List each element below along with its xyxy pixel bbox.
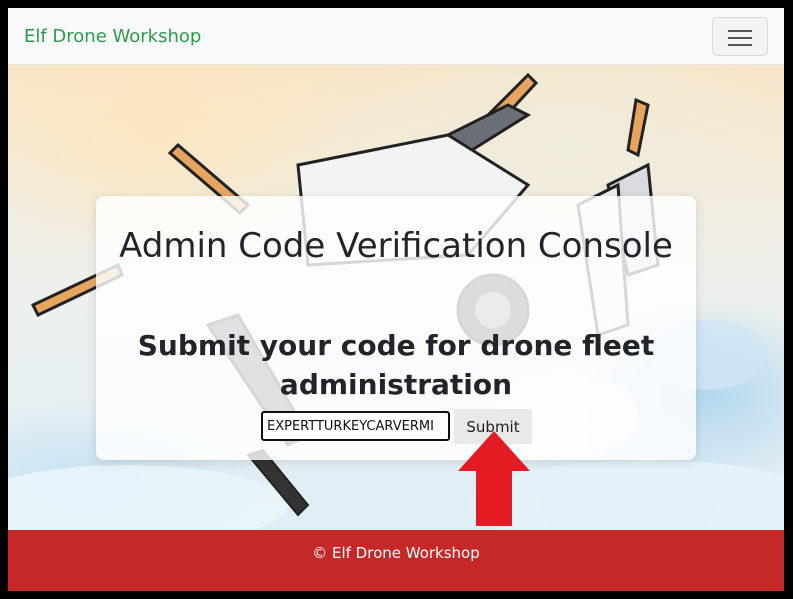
code-input[interactable] xyxy=(261,411,450,441)
footer: © Elf Drone Workshop xyxy=(8,530,784,591)
navbar: Elf Drone Workshop xyxy=(8,8,784,65)
red-up-arrow-icon xyxy=(458,431,530,526)
page-title: Admin Code Verification Console xyxy=(119,226,673,266)
window-frame: Elf Drone Workshop Admin Code Verificati… xyxy=(0,0,793,599)
brand-link[interactable]: Elf Drone Workshop xyxy=(24,26,201,47)
footer-copyright: © Elf Drone Workshop xyxy=(312,544,480,562)
verification-card: Admin Code Verification Console Submit y… xyxy=(96,196,696,460)
page-viewport: Elf Drone Workshop Admin Code Verificati… xyxy=(8,8,784,591)
navbar-toggler-button[interactable] xyxy=(712,17,768,56)
page-subtitle: Submit your code for drone fleet adminis… xyxy=(137,329,655,401)
